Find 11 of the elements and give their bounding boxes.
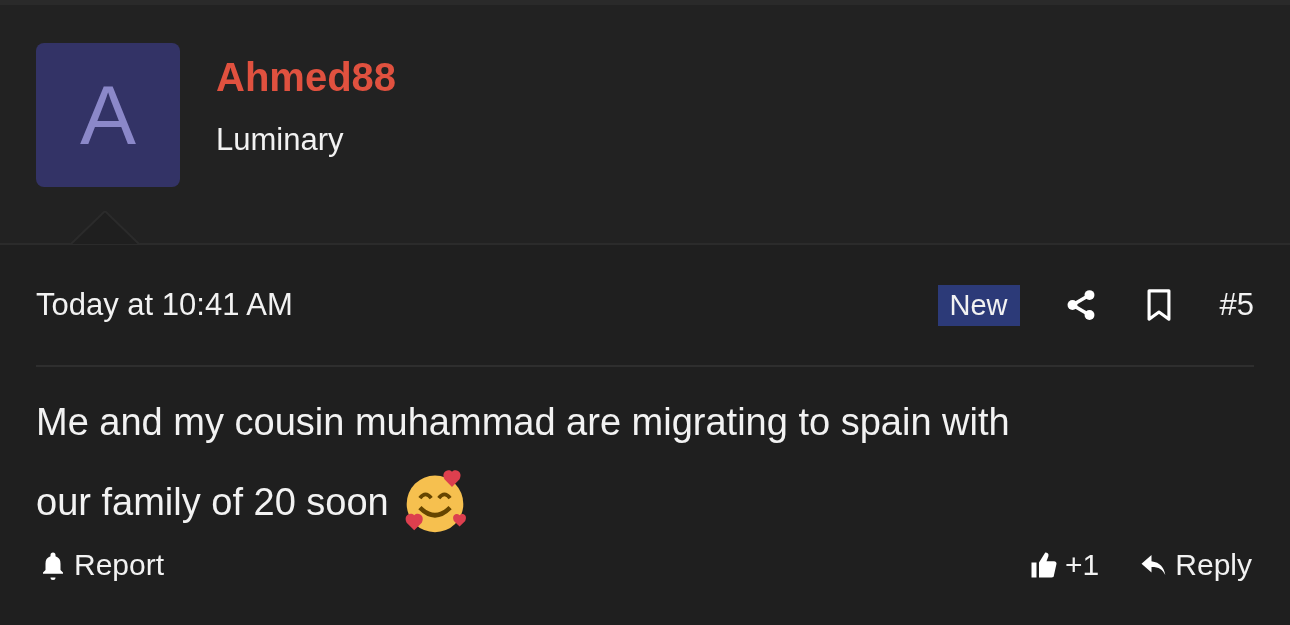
reply-link[interactable]: Reply (1139, 548, 1252, 582)
post-number[interactable]: #5 (1219, 287, 1254, 323)
new-badge: New (937, 284, 1020, 326)
like-link[interactable]: +1 (1029, 548, 1100, 582)
post-text: our family of 20 soon (36, 480, 389, 524)
user-title: Luminary (216, 122, 345, 158)
avatar[interactable]: A (36, 43, 180, 187)
post-text: Me and my cousin muhammad are migrating to spain with (36, 401, 1010, 444)
username[interactable]: Ahmed88 (216, 55, 397, 100)
post-date[interactable]: Today at 10:41 AM (36, 287, 938, 323)
report-link[interactable]: Report (38, 548, 165, 582)
